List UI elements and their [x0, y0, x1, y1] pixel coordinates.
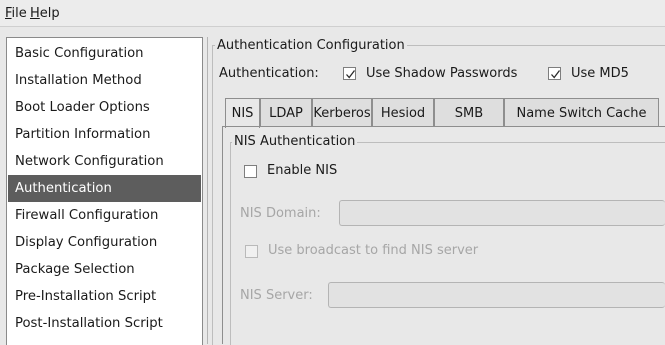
pane-separator[interactable]: [207, 37, 208, 344]
tab-ldap[interactable]: LDAP: [260, 98, 312, 127]
checkmark-icon: [551, 70, 561, 79]
auth-config-title: Authentication Configuration: [215, 38, 407, 53]
broadcast-checkbox[interactable]: [245, 245, 258, 258]
checkmark-icon: [346, 70, 356, 79]
nis-domain-label: NIS Domain:: [240, 206, 321, 221]
sidebar-item-partition-information[interactable]: Partition Information: [8, 121, 201, 148]
sidebar-item-firewall-configuration[interactable]: Firewall Configuration: [8, 202, 201, 229]
tab-hesiod[interactable]: Hesiod: [372, 98, 434, 127]
authentication-label: Authentication:: [219, 66, 319, 81]
sidebar-item-basic-configuration[interactable]: Basic Configuration: [8, 40, 201, 67]
menu-help[interactable]: Help: [30, 6, 60, 21]
sidebar-item-network-configuration[interactable]: Network Configuration: [8, 148, 201, 175]
md5-checkbox[interactable]: [548, 67, 561, 80]
sidebar-item-installation-method[interactable]: Installation Method: [8, 67, 201, 94]
sidebar-item-pre-installation-script[interactable]: Pre-Installation Script: [8, 283, 201, 310]
enable-nis-checkbox[interactable]: [244, 165, 257, 178]
broadcast-label[interactable]: Use broadcast to find NIS server: [268, 243, 478, 258]
sidebar-item-package-selection[interactable]: Package Selection: [8, 256, 201, 283]
md5-label[interactable]: Use MD5: [571, 66, 629, 81]
menu-bar: File Help: [0, 0, 665, 27]
tab-kerberos-5[interactable]: Kerberos 5: [312, 98, 372, 150]
tab-nis[interactable]: NIS: [225, 98, 260, 128]
nis-server-label: NIS Server:: [240, 288, 313, 303]
menu-file[interactable]: File: [5, 6, 27, 21]
nis-server-field[interactable]: [328, 282, 665, 308]
shadow-passwords-checkbox[interactable]: [343, 67, 356, 80]
sidebar-item-authentication[interactable]: Authentication: [8, 175, 201, 202]
tab-name-switch-cache[interactable]: Name Switch Cache: [504, 98, 659, 127]
section-list[interactable]: Basic Configuration Installation Method …: [6, 37, 203, 345]
nis-auth-title: NIS Authentication: [232, 134, 358, 149]
enable-nis-label[interactable]: Enable NIS: [267, 163, 337, 178]
sidebar-item-post-installation-script[interactable]: Post-Installation Script: [8, 310, 201, 337]
sidebar-item-boot-loader-options[interactable]: Boot Loader Options: [8, 94, 201, 121]
tab-smb[interactable]: SMB: [434, 98, 504, 127]
nis-domain-field[interactable]: [339, 200, 665, 226]
sidebar-item-display-configuration[interactable]: Display Configuration: [8, 229, 201, 256]
shadow-passwords-label[interactable]: Use Shadow Passwords: [366, 66, 517, 81]
